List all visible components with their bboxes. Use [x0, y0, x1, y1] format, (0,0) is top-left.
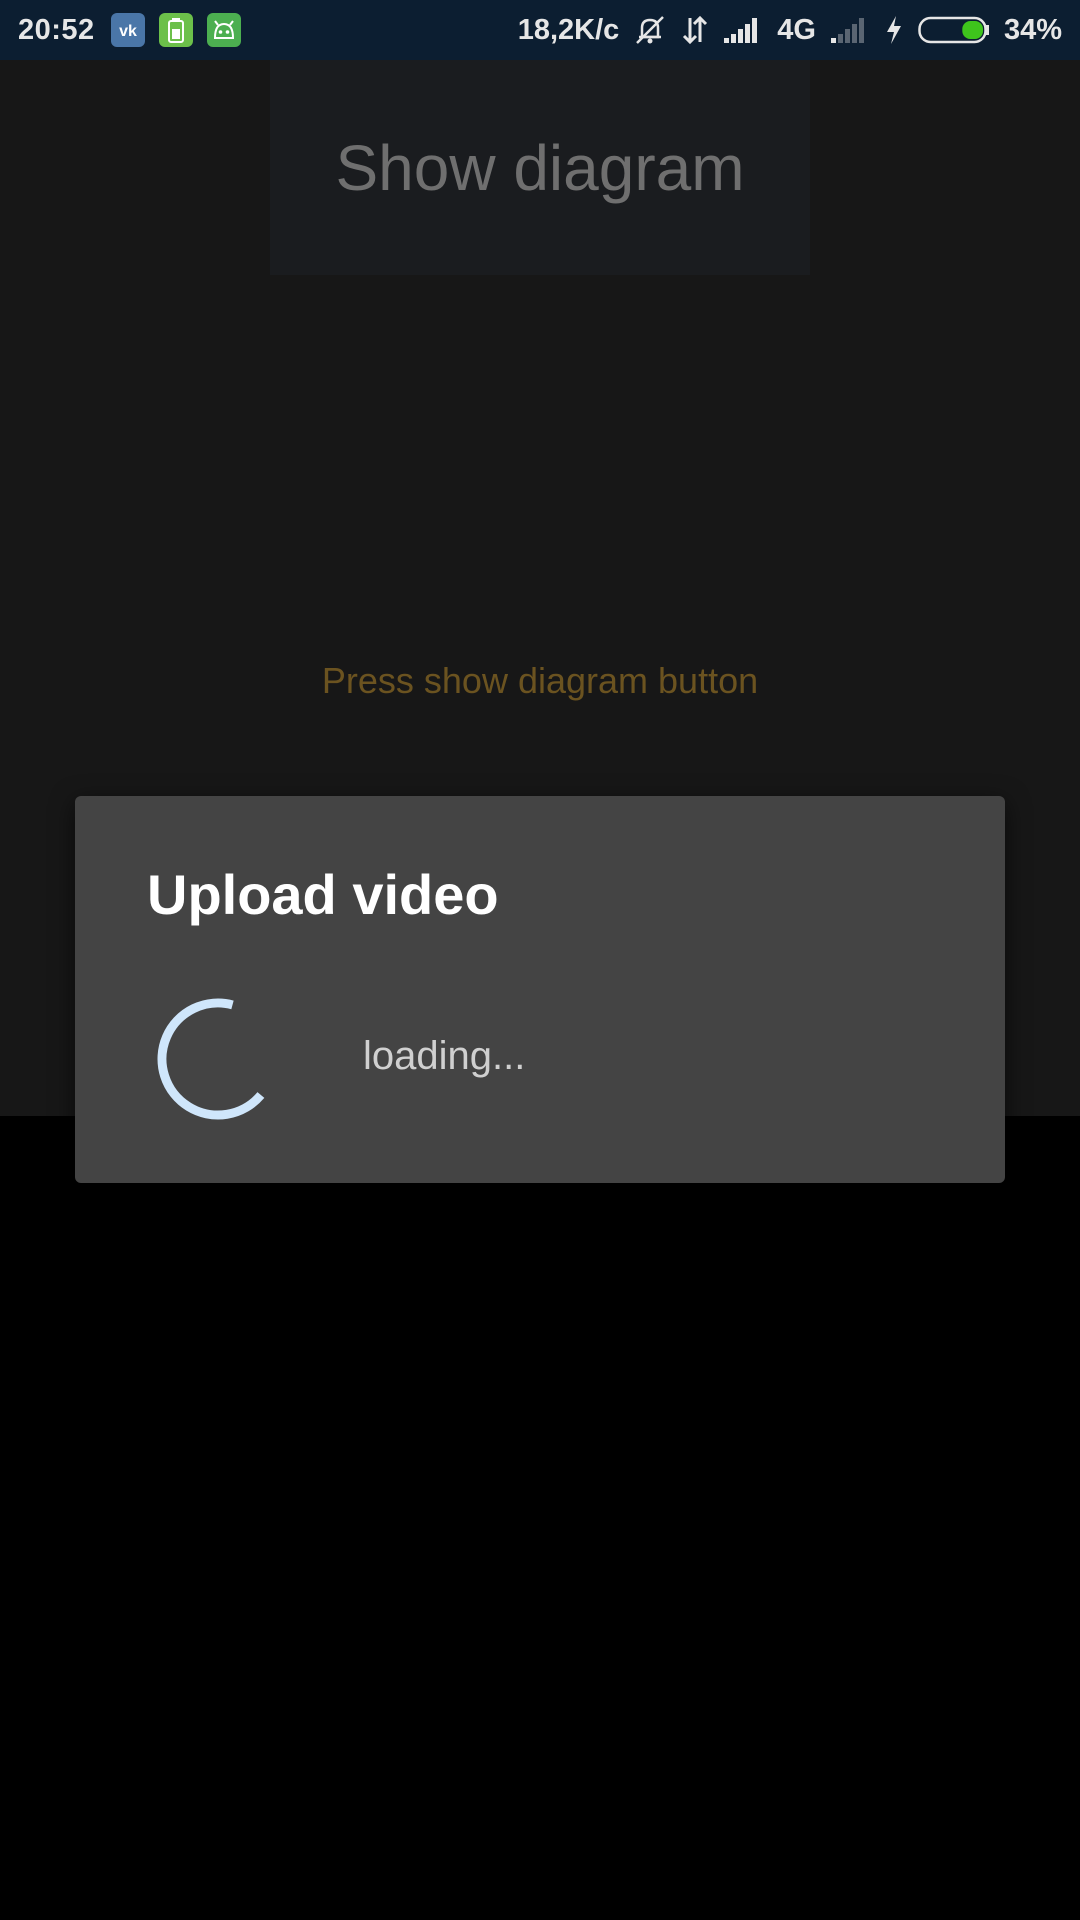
status-time: 20:52 — [18, 13, 95, 46]
android-app-icon — [206, 13, 241, 47]
svg-text:vk: vk — [119, 23, 137, 39]
loading-spinner-icon — [153, 994, 283, 1124]
status-right-group: 18,2K/c 4G 34% — [518, 13, 1062, 47]
battery-icon — [918, 15, 990, 45]
vk-icon: vk — [110, 13, 145, 47]
show-diagram-button[interactable]: Show diagram — [270, 60, 810, 275]
battery-app-icon — [158, 13, 193, 47]
charging-bolt-icon — [884, 15, 904, 45]
screen: 20:52 vk 18,2K/c 4G 34% Show diagram Pre… — [0, 0, 1080, 1920]
signal-strength-icon — [723, 16, 763, 44]
network-speed: 18,2K/c — [517, 13, 620, 46]
upload-video-dialog: Upload video loading... — [75, 796, 1005, 1183]
battery-percent: 34% — [1003, 13, 1062, 46]
network-type: 4G — [777, 13, 816, 46]
dialog-title: Upload video — [147, 863, 499, 926]
data-transfer-icon — [681, 14, 709, 46]
hint-text: Press show diagram button — [321, 660, 759, 701]
signal-strength-weak-icon — [830, 16, 870, 44]
status-bar: 20:52 vk 18,2K/c 4G 34% — [0, 0, 1080, 60]
loading-text: loading... — [363, 1034, 526, 1078]
alarm-off-icon — [633, 13, 667, 47]
